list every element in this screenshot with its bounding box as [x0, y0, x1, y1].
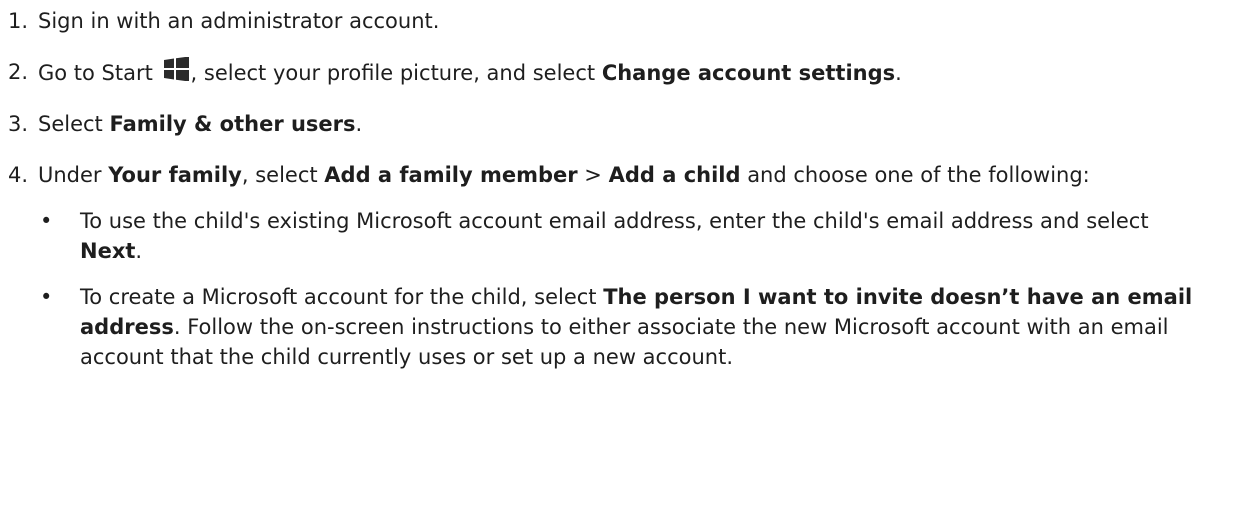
bullet-emphasis: Next — [80, 239, 136, 263]
windows-logo-icon — [163, 57, 189, 81]
step-text: , select your profile picture, and selec… — [190, 61, 602, 85]
step-number: 3. — [8, 112, 29, 136]
options-list: • To use the child's existing Microsoft … — [0, 206, 1235, 372]
bullet-text: To use the child's existing Microsoft ac… — [80, 209, 1149, 233]
step-number: 2. — [8, 60, 29, 84]
instructions-page: 1. Sign in with an administrator account… — [0, 0, 1235, 516]
step-2: 2. Go to Start , select your profile pic… — [0, 57, 1235, 88]
steps-list: 1. Sign in with an administrator account… — [0, 6, 1235, 190]
step-text: Select — [38, 112, 110, 136]
bullet-icon: • — [40, 209, 53, 233]
step-emphasis: Add a family member — [324, 163, 578, 187]
step-text: Under — [38, 163, 109, 187]
step-3: 3. Select Family & other users. — [0, 109, 1235, 139]
step-text: . — [895, 61, 902, 85]
step-4: 4. Under Your family, select Add a famil… — [0, 160, 1235, 190]
bullet-text: . — [135, 239, 143, 263]
list-item: • To create a Microsoft account for the … — [0, 282, 1235, 372]
step-text: , select — [241, 163, 325, 187]
step-emphasis: Your family — [108, 163, 242, 187]
step-emphasis: Change account settings — [601, 61, 896, 85]
step-emphasis: Family & other users — [109, 112, 356, 136]
step-number: 4. — [8, 163, 29, 187]
step-text: Sign in with an administrator account. — [38, 9, 440, 33]
step-text: and choose one of the following: — [740, 163, 1090, 187]
step-text: > — [577, 163, 609, 187]
bullet-text: To create a Microsoft account for the ch… — [80, 285, 604, 309]
step-1: 1. Sign in with an administrator account… — [0, 6, 1235, 36]
step-text: Go to Start — [38, 61, 160, 85]
step-text: . — [355, 112, 363, 136]
step-number: 1. — [8, 9, 29, 33]
list-item: • To use the child's existing Microsoft … — [0, 206, 1235, 266]
bullet-icon: • — [40, 285, 53, 309]
step-emphasis: Add a child — [608, 163, 741, 187]
bullet-text: . Follow the on-screen instructions to e… — [80, 315, 1169, 369]
